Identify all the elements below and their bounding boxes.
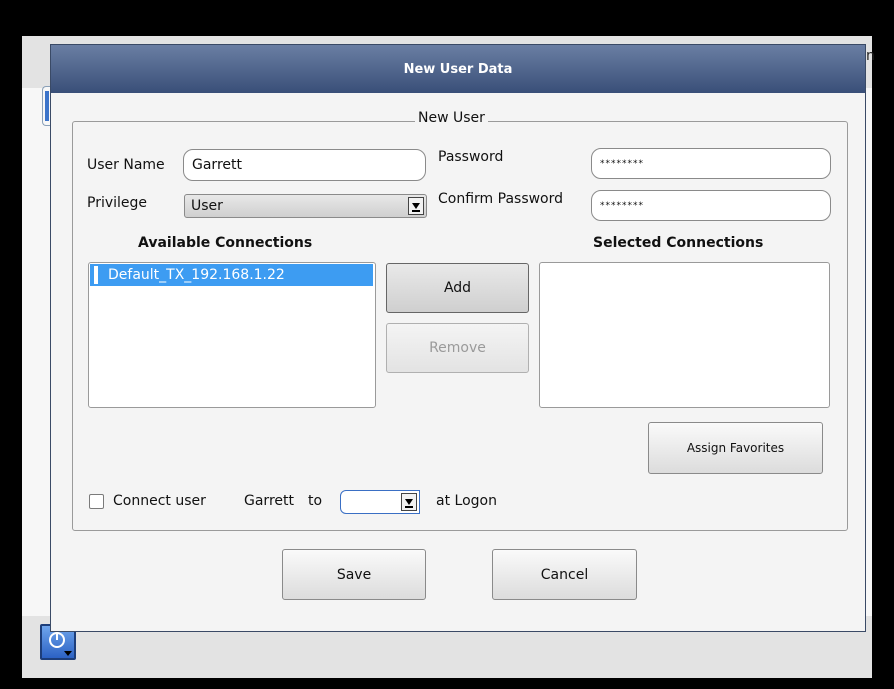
privilege-select[interactable]: User xyxy=(184,194,427,218)
chevron-down-icon[interactable] xyxy=(408,197,424,215)
cancel-button[interactable]: Cancel xyxy=(492,549,637,600)
privilege-label: Privilege xyxy=(87,195,148,211)
list-item-label: Default_TX_192.168.1.22 xyxy=(108,267,285,283)
user-name-field[interactable]: Garrett xyxy=(183,149,426,181)
connect-user-name: Garrett xyxy=(244,493,294,509)
connect-user-checkbox[interactable] xyxy=(89,494,104,509)
selected-connections-header: Selected Connections xyxy=(593,235,764,251)
available-connections-header: Available Connections xyxy=(138,235,313,251)
remove-button[interactable]: Remove xyxy=(386,323,529,373)
connect-to-label: to xyxy=(308,493,323,509)
dialog-title: New User Data xyxy=(51,45,865,93)
available-connections-list[interactable]: Default_TX_192.168.1.22 xyxy=(88,262,376,408)
logon-connection-select[interactable] xyxy=(340,490,420,514)
new-user-dialog: New User Data New User User Name Garrett… xyxy=(51,45,865,631)
selected-connections-list[interactable] xyxy=(539,262,830,408)
password-field[interactable]: ******** xyxy=(591,148,831,179)
user-name-label: User Name xyxy=(87,157,165,173)
chevron-down-icon[interactable] xyxy=(401,493,417,511)
password-label: Password xyxy=(438,149,504,165)
confirm-password-field[interactable]: ******** xyxy=(591,190,831,221)
confirm-password-label: Confirm Password xyxy=(438,191,564,207)
connect-user-label: Connect user xyxy=(113,493,206,509)
privilege-value: User xyxy=(191,198,223,214)
assign-favorites-button[interactable]: Assign Favorites xyxy=(648,422,823,474)
list-item[interactable]: Default_TX_192.168.1.22 xyxy=(90,264,373,286)
background-partial-text: n xyxy=(866,48,875,64)
at-logon-label: at Logon xyxy=(436,493,497,509)
save-button[interactable]: Save xyxy=(282,549,426,600)
group-title: New User xyxy=(415,110,488,126)
add-button[interactable]: Add xyxy=(386,263,529,313)
